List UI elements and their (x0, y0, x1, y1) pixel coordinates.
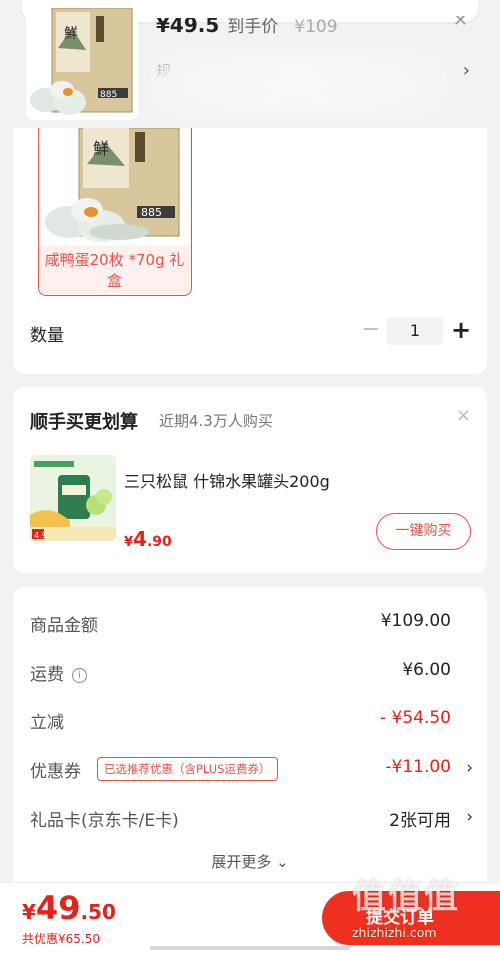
info-icon[interactable]: i (72, 668, 87, 683)
add-on-subtitle: 近期4.3万人购买 (159, 412, 273, 430)
top-original-price: ¥109 (294, 17, 338, 37)
svg-text:鮮: 鮮 (93, 139, 109, 158)
gift-card-value: 2张可用 (389, 811, 451, 831)
checkout-bar: ¥49.50 共优惠¥65.50 提交订单 (0, 882, 500, 953)
summary-row-gift-card[interactable]: 礼品卡(京东卡/E卡) 2张可用 › (30, 803, 473, 833)
total-saving: 共优惠¥65.50 (22, 932, 100, 946)
subtotal-label: 商品金额 (30, 616, 98, 636)
order-summary-card: 商品金额 ¥109.00 运费 i ¥6.00 立减 - ¥54.50 优惠券 已… (13, 587, 487, 887)
discount-label: 立减 (30, 713, 64, 733)
variant-label: 咸鸭蛋20枚 *70g 礼盒 (44, 251, 185, 290)
summary-row-subtotal: 商品金额 ¥109.00 (30, 608, 473, 638)
quantity-plus-button[interactable]: + (451, 316, 471, 344)
product-thumbnail[interactable]: 鮮 885 (26, 8, 138, 120)
fruit-can-image: 4.9 (30, 455, 116, 541)
add-on-product-name[interactable]: 三只松鼠 什锦水果罐头200g (124, 468, 330, 492)
quantity-input[interactable]: 1 (387, 317, 443, 345)
discount-value: - ¥54.50 (379, 708, 451, 728)
total-price: ¥49.50 (22, 889, 116, 927)
top-product-header: 鮮 885 ¥49.5到手价¥109 ✕ 规 › (0, 0, 500, 128)
chevron-right-icon[interactable]: › (463, 60, 470, 81)
home-indicator (150, 946, 350, 950)
svg-text:4.9: 4.9 (34, 531, 47, 540)
chevron-right-icon[interactable]: › (466, 758, 473, 778)
gift-card-label: 礼品卡(京东卡/E卡) (30, 811, 179, 831)
coupon-tag: 已选推荐优惠（含PLUS运费券） (97, 757, 278, 781)
svg-text:885: 885 (141, 206, 162, 219)
shipping-label: 运费 i (30, 660, 87, 685)
shipping-value: ¥6.00 (402, 660, 451, 680)
expand-more-button[interactable]: 展开更多 ⌄ (13, 851, 487, 872)
add-on-card: 顺手买更划算 近期4.3万人购买 × 4.9 三只松鼠 什锦水果罐头200g ¥… (13, 387, 487, 573)
variant-image: 鮮 885 (39, 128, 190, 246)
subtotal-value: ¥109.00 (380, 611, 451, 631)
quantity-label: 数量 (30, 326, 64, 346)
one-click-buy-button[interactable]: 一键购买 (376, 513, 471, 550)
svg-text:鮮: 鮮 (64, 26, 78, 42)
salted-duck-egg-variant-image: 鮮 885 (39, 128, 190, 246)
add-on-product-image[interactable]: 4.9 (30, 455, 116, 541)
variant-option-selected[interactable]: 鮮 885 咸鸭蛋20枚 *70g 礼盒 (38, 128, 192, 296)
svg-text:885: 885 (100, 90, 117, 100)
quantity-minus-button[interactable]: − (361, 316, 381, 344)
submit-order-button[interactable]: 提交订单 (322, 891, 500, 945)
add-on-price: ¥4.90 (124, 527, 172, 551)
product-options-card: 鮮 885 咸鸭蛋20枚 *70g 礼盒 数量 − 1 + (13, 128, 487, 374)
summary-row-discount: 立减 - ¥54.50 (30, 705, 473, 735)
coupon-value: -¥11.00 (385, 757, 451, 777)
add-on-title: 顺手买更划算 (30, 412, 138, 433)
salted-duck-egg-gift-box-image: 鮮 885 (26, 8, 138, 120)
summary-row-coupon[interactable]: 优惠券 已选推荐优惠（含PLUS运费券） -¥11.00 › (30, 754, 473, 784)
blurred-region (148, 46, 448, 124)
top-price-suffix: 到手价 (227, 17, 279, 37)
add-on-close-icon[interactable]: × (456, 405, 471, 426)
chevron-right-icon[interactable]: › (466, 807, 473, 827)
summary-row-shipping: 运费 i ¥6.00 (30, 657, 473, 687)
coupon-label: 优惠券 (30, 762, 81, 782)
